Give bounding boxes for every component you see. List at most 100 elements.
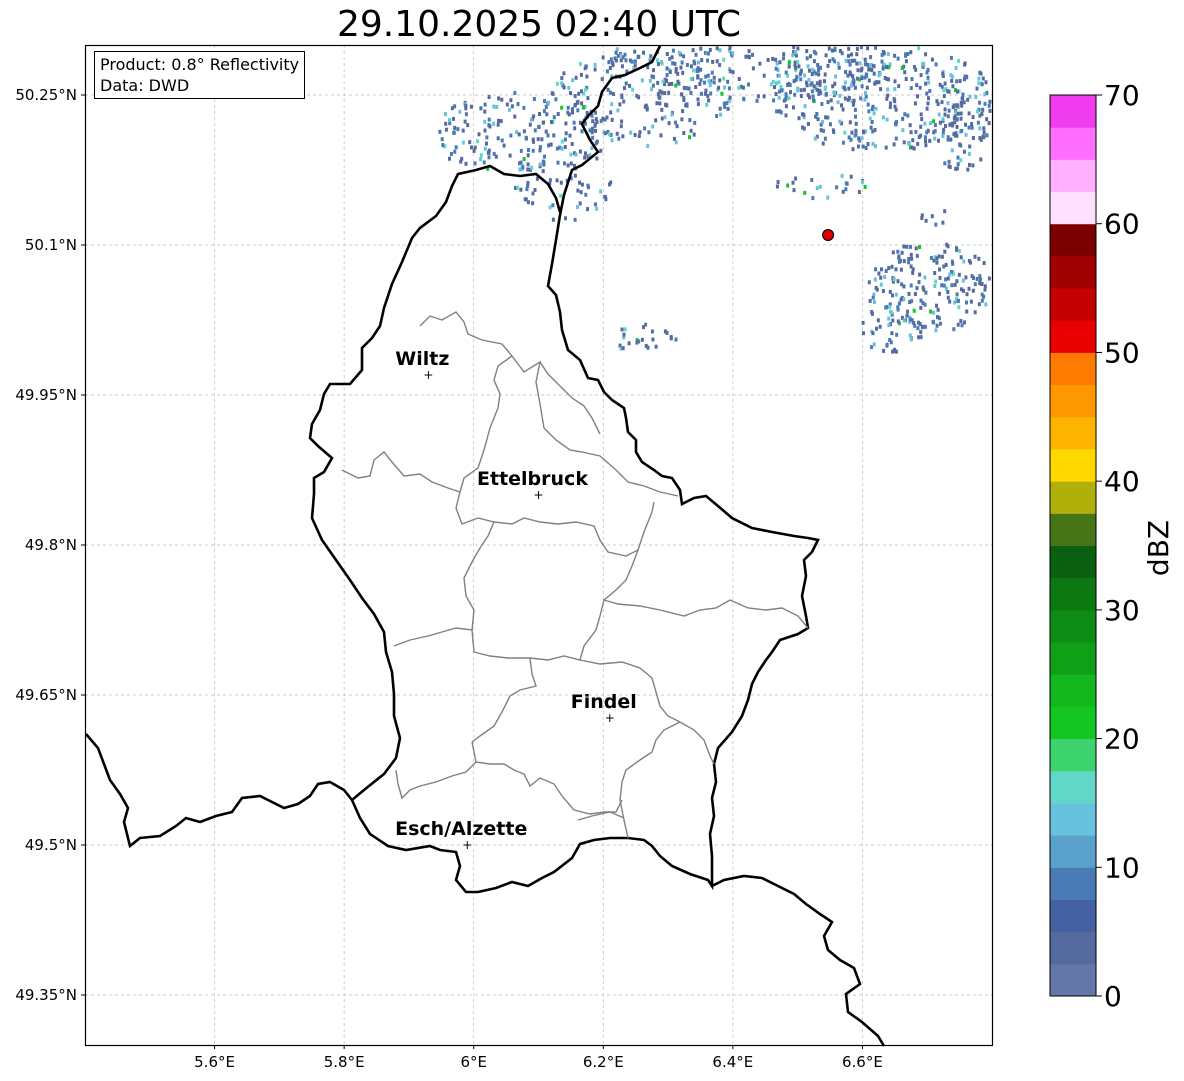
radar-pixel (917, 46, 921, 51)
radar-pixel (891, 250, 895, 255)
radar-pixel (870, 345, 874, 350)
radar-pixel (468, 140, 472, 145)
radar-pixel (531, 137, 535, 142)
radar-pixel (463, 119, 467, 124)
city-marker: + (462, 838, 472, 852)
radar-pixel (869, 63, 872, 67)
radar-pixel (935, 323, 939, 328)
radar-pixel (651, 337, 655, 342)
radar-pixel (919, 133, 923, 138)
radar-pixel (679, 65, 683, 70)
radar-pixel (479, 153, 483, 158)
radar-pixel (677, 50, 681, 55)
radar-pixel (914, 246, 918, 251)
colorbar-segment (1050, 255, 1096, 289)
radar-pixel (688, 118, 692, 123)
radar-pixel (828, 122, 832, 127)
radar-pixel (890, 264, 894, 269)
radar-pixel (926, 75, 930, 80)
radar-pixel (518, 161, 521, 166)
radar-pixel (980, 112, 984, 116)
radar-pixel (698, 82, 702, 86)
radar-pixel (864, 90, 867, 95)
radar-pixel (615, 131, 619, 136)
radar-pixel (899, 267, 903, 272)
radar-pixel (822, 128, 825, 133)
radar-pixel (694, 52, 698, 57)
radar-pixel (881, 289, 885, 293)
radar-pixel (826, 100, 830, 105)
radar-pixel (802, 112, 806, 117)
axis-ticks: 5.6°E 5.8°E 6°E 6.2°E 6.4°E 6.6°E 49.35°N 49.5°… (15, 86, 883, 1071)
radar-pixel (530, 165, 534, 170)
radar-pixel (924, 81, 928, 86)
radar-pixel (966, 97, 970, 102)
radar-pixel (890, 310, 893, 315)
radar-pixel (971, 163, 975, 168)
radar-pixel (794, 176, 798, 181)
radar-pixel (916, 326, 920, 331)
colorbar-tick-label: 10 (1104, 851, 1140, 884)
radar-pixel (821, 141, 825, 146)
radar-pixel (955, 279, 959, 284)
radar-pixel (568, 133, 572, 138)
radar-pixel (552, 115, 556, 120)
radar-pixel (915, 83, 919, 88)
radar-pixel (927, 96, 930, 101)
radar-pixel (970, 122, 974, 126)
germany-border-south (711, 874, 886, 1047)
radar-pixel (857, 136, 861, 141)
radar-pixel (857, 190, 861, 194)
radar-pixel (664, 78, 668, 83)
radar-pixel (871, 295, 875, 300)
radar-pixel (527, 148, 530, 152)
radar-pixel (949, 137, 953, 142)
radar-pixel (838, 119, 842, 124)
radar-pixel (569, 152, 573, 157)
radar-pixel (620, 327, 624, 332)
radar-pixel (607, 132, 611, 137)
city-marker: + (533, 488, 543, 502)
radar-pixel (937, 138, 940, 143)
radar-pixel (499, 119, 503, 124)
radar-pixel (959, 111, 963, 116)
radar-pixel (627, 341, 631, 346)
radar-pixel (919, 335, 923, 340)
radar-pixel (458, 109, 462, 114)
radar-pixel (922, 287, 926, 292)
radar-pixel (708, 83, 712, 88)
radar-pixel (591, 135, 595, 140)
radar-pixel (846, 97, 850, 102)
radar-pixel (847, 135, 851, 140)
radar-pixel (906, 309, 909, 314)
radar-pixel (792, 105, 795, 110)
radar-pixel (954, 66, 958, 70)
radar-pixel (500, 138, 504, 143)
radar-pixel (967, 151, 971, 156)
france-border (85, 733, 354, 849)
radar-pixel (668, 70, 672, 74)
radar-pixel (963, 74, 967, 79)
radar-pixel (560, 139, 564, 144)
radar-pixel (888, 305, 892, 309)
radar-pixel (814, 51, 818, 56)
radar-pixel (861, 144, 865, 149)
radar-pixel (620, 64, 624, 69)
radar-pixel (959, 319, 963, 323)
radar-pixel (747, 82, 750, 87)
radar-pixel (956, 162, 960, 167)
radar-pixel (955, 124, 959, 129)
radar-pixel (774, 66, 778, 71)
y-tick-label: 49.8°N (25, 536, 77, 554)
radar-pixel (888, 105, 892, 109)
radar-pixel (620, 95, 624, 100)
radar-pixel (500, 97, 504, 102)
radar-pixel (594, 202, 597, 207)
radar-pixel (872, 111, 876, 116)
colorbar-segment (1050, 674, 1096, 707)
radar-pixel (706, 58, 709, 63)
radar-pixel (939, 321, 942, 326)
radar-pixel (877, 80, 881, 85)
radar-pixel (771, 56, 775, 61)
radar-pixel (934, 222, 938, 227)
